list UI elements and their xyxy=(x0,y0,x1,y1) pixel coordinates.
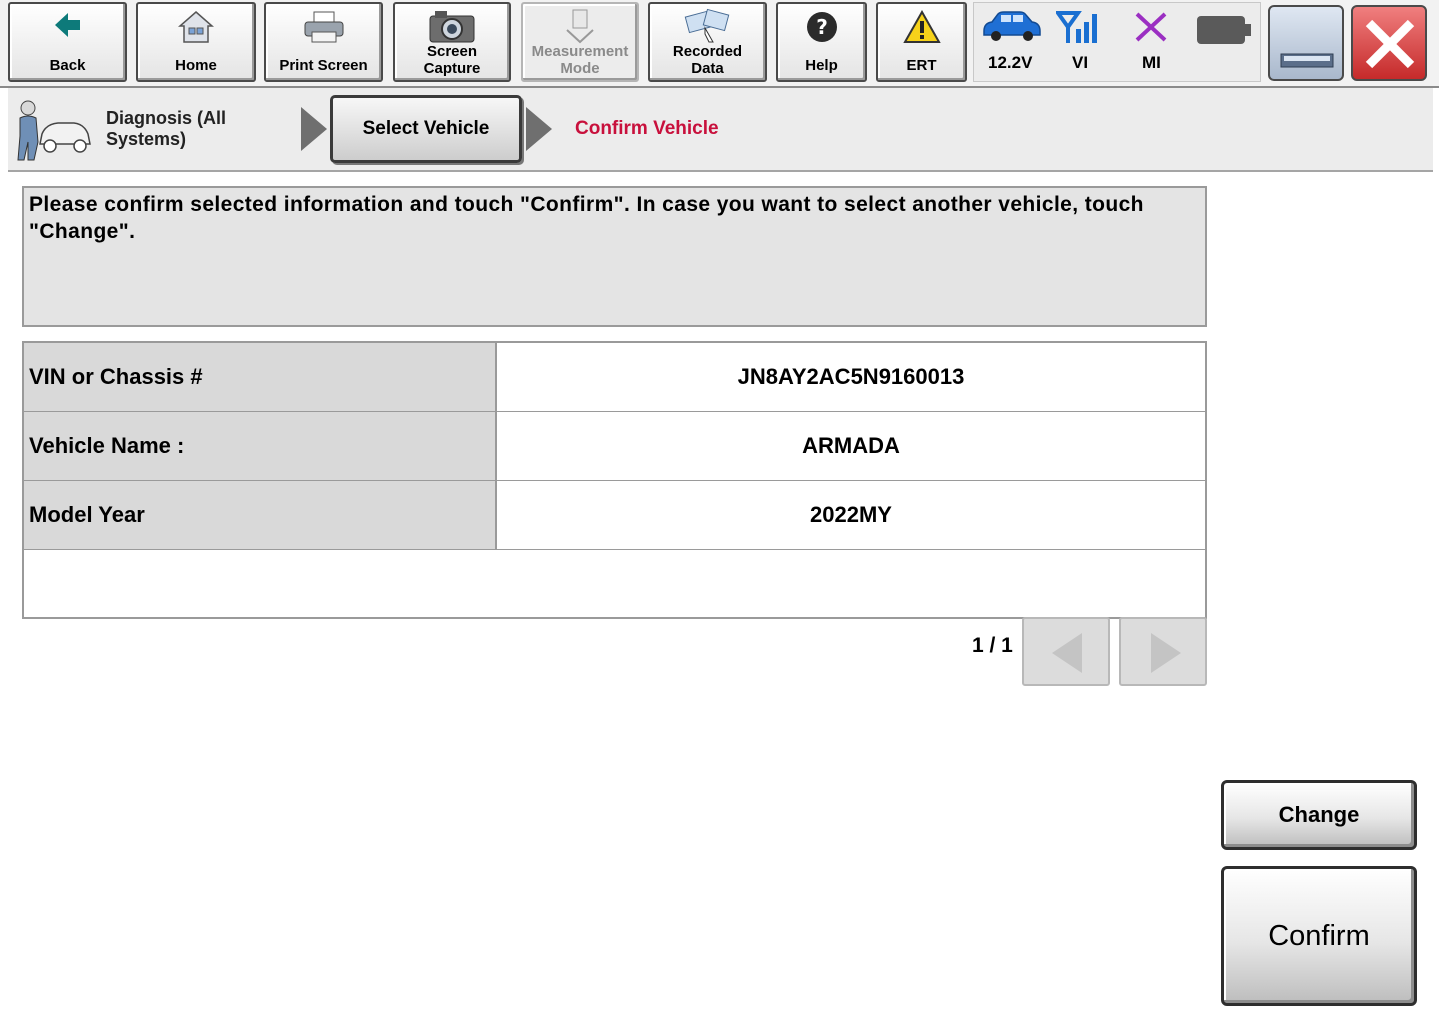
vin-value: JN8AY2AC5N9160013 xyxy=(497,343,1205,411)
voltage-readout: 12.2V xyxy=(988,53,1033,72)
breadcrumb-select-vehicle-label: Select Vehicle xyxy=(362,118,490,139)
back-button[interactable]: Back xyxy=(8,2,127,82)
car-battery-icon xyxy=(980,9,1042,48)
table-row: VIN or Chassis # JN8AY2AC5N9160013 xyxy=(24,343,1205,412)
recorded-data-button[interactable]: Recorded Data xyxy=(648,2,767,82)
print-screen-button[interactable]: Print Screen xyxy=(264,2,383,82)
breadcrumb-select-vehicle[interactable]: Select Vehicle xyxy=(330,95,522,163)
vehicle-name-value: ARMADA xyxy=(497,412,1205,480)
ert-label: ERT xyxy=(906,57,937,74)
mi-disconnected-icon xyxy=(1134,11,1168,48)
back-label: Back xyxy=(49,57,86,74)
table-row-empty xyxy=(24,550,1205,617)
vi-signal-icon xyxy=(1054,9,1106,50)
help-button[interactable]: ? Help xyxy=(776,2,867,82)
confirm-button[interactable]: Confirm xyxy=(1221,866,1417,1006)
back-arrow-icon xyxy=(53,10,83,44)
mi-label: MI xyxy=(1142,53,1161,72)
page-indicator: 1 / 1 xyxy=(972,634,1013,657)
home-button[interactable]: Home xyxy=(136,2,256,82)
warning-icon xyxy=(902,9,941,48)
measurement-mode-label: Measurement Mode xyxy=(531,43,629,77)
confirm-label: Confirm xyxy=(1268,919,1370,952)
home-icon xyxy=(178,10,214,48)
model-year-label: Model Year xyxy=(24,481,497,549)
close-button[interactable] xyxy=(1351,5,1427,81)
previous-page-button[interactable] xyxy=(1022,617,1110,686)
print-screen-label: Print Screen xyxy=(279,57,368,74)
technician-car-icon xyxy=(12,96,92,167)
change-label: Change xyxy=(1278,802,1360,827)
next-page-button[interactable] xyxy=(1119,617,1207,686)
vi-label: VI xyxy=(1072,53,1089,72)
breadcrumb-confirm-vehicle: Confirm Vehicle xyxy=(575,118,719,139)
measurement-icon xyxy=(563,8,597,48)
svg-text:?: ? xyxy=(816,15,828,39)
model-year-value: 2022MY xyxy=(497,481,1205,549)
screen-capture-button[interactable]: Screen Capture xyxy=(393,2,511,82)
breadcrumb-diagnosis[interactable]: Diagnosis (All Systems) xyxy=(106,108,226,150)
breadcrumb-arrow-icon xyxy=(526,107,552,151)
ert-button[interactable]: ERT xyxy=(876,2,967,82)
recorded-data-icon xyxy=(683,8,733,50)
vin-label: VIN or Chassis # xyxy=(24,343,497,411)
camera-icon xyxy=(427,8,477,48)
printer-icon xyxy=(302,10,346,48)
home-label: Home xyxy=(175,57,217,74)
toolbar: Back Home Print Screen Screen Capture Me… xyxy=(0,0,1439,88)
battery-icon xyxy=(1196,15,1252,50)
table-row: Vehicle Name : ARMADA xyxy=(24,412,1205,481)
vehicle-name-label: Vehicle Name : xyxy=(24,412,497,480)
vehicle-info-table: VIN or Chassis # JN8AY2AC5N9160013 Vehic… xyxy=(22,341,1207,619)
help-label: Help xyxy=(805,57,838,74)
breadcrumb-arrow-icon xyxy=(301,107,327,151)
empty-cell xyxy=(24,550,1205,617)
change-button[interactable]: Change xyxy=(1221,780,1417,850)
close-icon xyxy=(1361,15,1419,78)
minimize-icon xyxy=(1280,53,1334,74)
table-row: Model Year 2022MY xyxy=(24,481,1205,550)
minimize-button[interactable] xyxy=(1268,5,1344,81)
screen-capture-label: Screen Capture xyxy=(423,43,481,77)
instruction-message: Please confirm selected information and … xyxy=(22,186,1207,327)
status-panel: 12.2V VI MI xyxy=(973,2,1261,82)
right-arrow-icon xyxy=(1151,633,1181,673)
left-arrow-icon xyxy=(1052,633,1082,673)
breadcrumb: Diagnosis (All Systems) Select Vehicle C… xyxy=(8,88,1433,172)
help-icon: ? xyxy=(805,10,839,48)
measurement-mode-button[interactable]: Measurement Mode xyxy=(521,2,639,82)
